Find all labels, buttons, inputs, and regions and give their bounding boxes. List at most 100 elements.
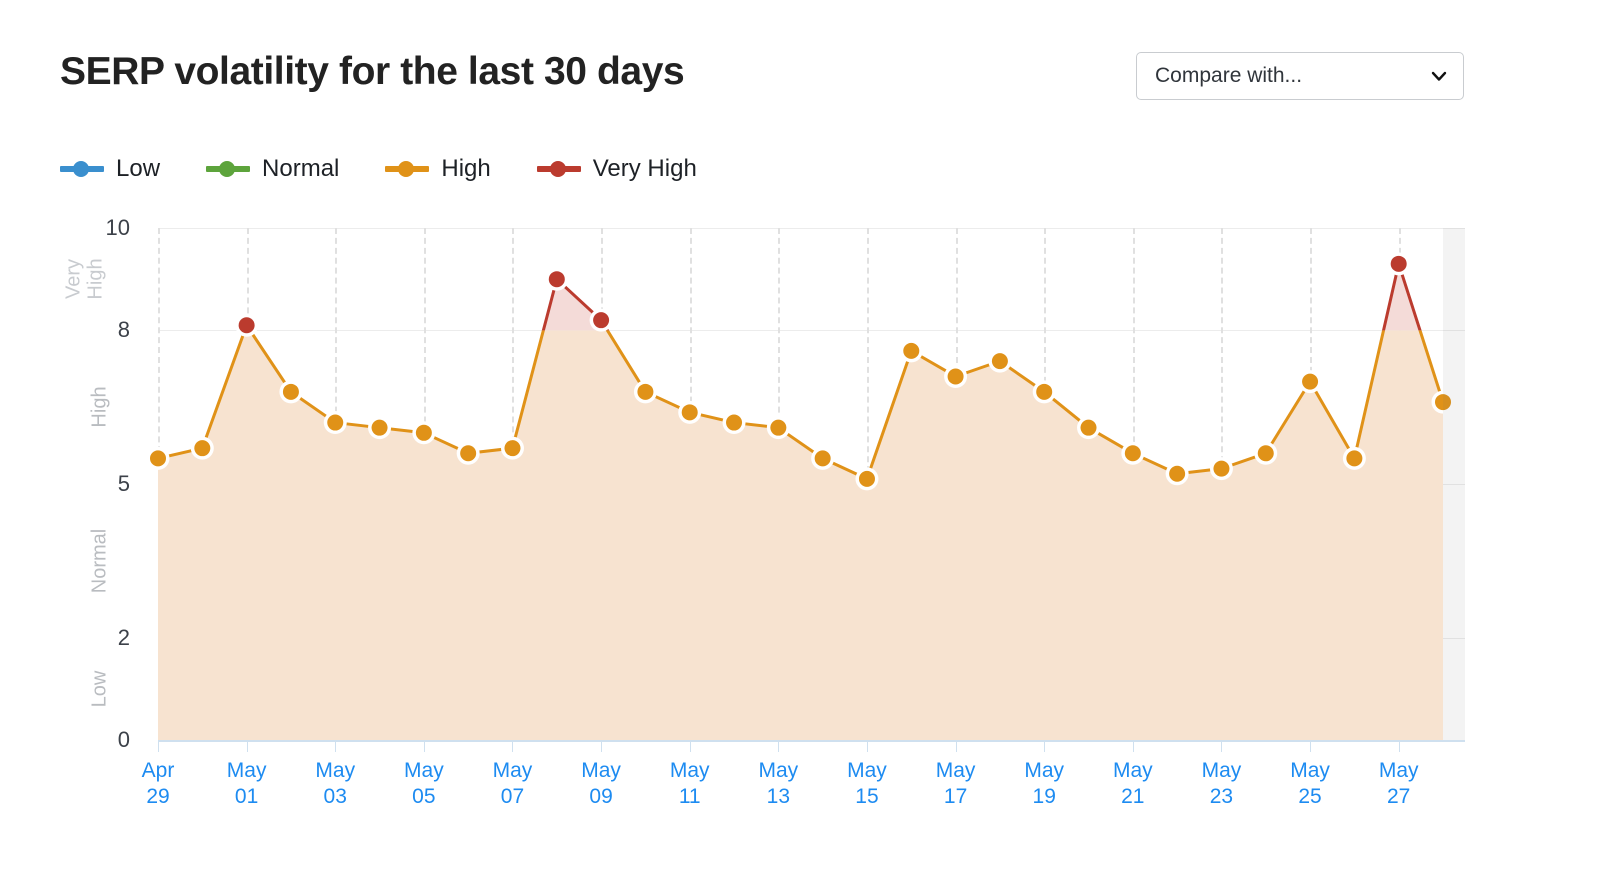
data-point[interactable] (1121, 442, 1144, 465)
data-point[interactable] (988, 350, 1011, 373)
x-axis-tick-label: May09 (581, 758, 621, 811)
x-axis-tickmark (956, 740, 957, 752)
x-axis-tickmark (778, 740, 779, 752)
x-tick-day: 05 (404, 784, 444, 810)
data-point[interactable] (1254, 442, 1277, 465)
x-tick-month: Apr (142, 758, 175, 784)
data-point[interactable] (811, 447, 834, 470)
data-point[interactable] (545, 268, 568, 291)
x-axis-tickmark (424, 740, 425, 752)
chevron-down-icon (1429, 66, 1449, 86)
x-tick-month: May (404, 758, 444, 784)
x-axis-tickmark (158, 740, 159, 752)
data-point[interactable] (457, 442, 480, 465)
x-tick-day: 23 (1202, 784, 1242, 810)
data-point[interactable] (1210, 457, 1233, 480)
x-tick-month: May (1024, 758, 1064, 784)
x-tick-day: 29 (142, 784, 175, 810)
x-axis-tickmark (601, 740, 602, 752)
data-point[interactable] (900, 339, 923, 362)
chart-legend: Low Normal High Very High (60, 155, 743, 183)
legend-item-label: Very High (593, 155, 697, 183)
y-axis-tick-8: 8 (118, 317, 130, 343)
x-tick-month: May (1379, 758, 1419, 784)
x-tick-month: May (227, 758, 267, 784)
x-axis-tick-label: May05 (404, 758, 444, 811)
data-point[interactable] (1033, 380, 1056, 403)
x-tick-day: 15 (847, 784, 887, 810)
x-axis-tick-label: May19 (1024, 758, 1064, 811)
x-axis-tick-label: May27 (1379, 758, 1419, 811)
data-point[interactable] (767, 416, 790, 439)
data-point[interactable] (855, 467, 878, 490)
x-tick-day: 27 (1379, 784, 1419, 810)
data-point[interactable] (501, 437, 524, 460)
data-point[interactable] (147, 447, 170, 470)
x-axis-tickmark (867, 740, 868, 752)
data-point[interactable] (590, 309, 613, 332)
legend-item-very-high[interactable]: Very High (537, 155, 697, 183)
x-tick-month: May (759, 758, 799, 784)
compare-with-dropdown[interactable]: Compare with... (1136, 52, 1464, 100)
y-axis-tick-2: 2 (118, 625, 130, 651)
x-tick-day: 09 (581, 784, 621, 810)
volatility-chart: 025810LowNormalHighVeryHigh Apr29May01Ma… (0, 200, 1600, 820)
data-point[interactable] (191, 437, 214, 460)
legend-item-normal[interactable]: Normal (206, 155, 339, 183)
x-tick-month: May (847, 758, 887, 784)
legend-item-low[interactable]: Low (60, 155, 160, 183)
data-point[interactable] (678, 401, 701, 424)
data-point[interactable] (1343, 447, 1366, 470)
x-tick-day: 17 (936, 784, 976, 810)
data-point[interactable] (279, 380, 302, 403)
legend-item-high[interactable]: High (385, 155, 490, 183)
x-tick-month: May (1202, 758, 1242, 784)
x-axis-tickmark (1399, 740, 1400, 752)
data-point[interactable] (1299, 370, 1322, 393)
plot-area (158, 228, 1465, 740)
x-tick-month: May (936, 758, 976, 784)
legend-item-label: Normal (262, 155, 339, 183)
data-point[interactable] (235, 314, 258, 337)
x-axis-tick-label: May23 (1202, 758, 1242, 811)
data-point[interactable] (634, 380, 657, 403)
x-tick-day: 21 (1113, 784, 1153, 810)
legend-item-label: High (441, 155, 490, 183)
data-point[interactable] (944, 365, 967, 388)
x-axis-tickmark (690, 740, 691, 752)
x-tick-day: 11 (670, 784, 710, 810)
page-title: SERP volatility for the last 30 days (60, 50, 684, 94)
data-point[interactable] (1166, 462, 1189, 485)
data-point[interactable] (412, 421, 435, 444)
y-axis: 025810LowNormalHighVeryHigh (0, 200, 150, 770)
legend-marker-icon (206, 160, 250, 178)
legend-marker-icon (385, 160, 429, 178)
future-range-overlay (1443, 228, 1465, 740)
x-tick-day: 25 (1290, 784, 1330, 810)
band-label-normal: Normal (89, 529, 112, 593)
data-point[interactable] (1387, 252, 1410, 275)
data-point[interactable] (368, 416, 391, 439)
x-axis-tickmark (247, 740, 248, 752)
data-point[interactable] (324, 411, 347, 434)
data-point[interactable] (723, 411, 746, 434)
legend-marker-icon (60, 160, 104, 178)
x-axis-tickmark (1310, 740, 1311, 752)
legend-marker-icon (537, 160, 581, 178)
x-tick-day: 01 (227, 784, 267, 810)
x-axis-tick-label: Apr29 (142, 758, 175, 811)
x-axis-tickmark (1133, 740, 1134, 752)
x-tick-month: May (581, 758, 621, 784)
legend-item-label: Low (116, 155, 160, 183)
data-point[interactable] (1077, 416, 1100, 439)
y-axis-tick-10: 10 (106, 215, 130, 241)
x-axis-tick-label: May11 (670, 758, 710, 811)
series-svg (158, 228, 1465, 740)
compare-with-value: Compare with... (1155, 64, 1302, 88)
x-tick-day: 13 (759, 784, 799, 810)
y-axis-tick-5: 5 (118, 471, 130, 497)
x-axis-tick-label: May03 (315, 758, 355, 811)
band-label-low: Low (89, 670, 112, 707)
x-tick-day: 19 (1024, 784, 1064, 810)
x-tick-month: May (1113, 758, 1153, 784)
